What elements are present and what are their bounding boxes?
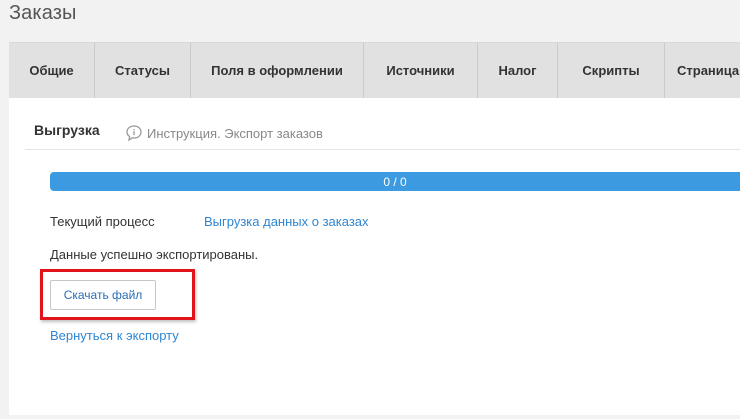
instruction-link[interactable]: Инструкция. Экспорт заказов [125,124,323,142]
tab-tax[interactable]: Налог [478,43,558,98]
tab-checkout-fields[interactable]: Поля в оформлении [191,43,364,98]
export-progress-bar: 0 / 0 [50,172,740,191]
tab-scripts[interactable]: Скрипты [558,43,665,98]
speech-bubble-info-icon [126,125,142,142]
tab-general[interactable]: Общие [9,43,95,98]
export-panel-header: Выгрузка Инструкция. Экспорт заказов [25,98,740,150]
progress-text: 0 / 0 [383,174,407,189]
settings-tabs: Общие Статусы Поля в оформлении Источник… [9,42,740,98]
back-to-export-link[interactable]: Вернуться к экспорту [50,328,179,343]
page-title: Заказы [9,2,77,24]
export-title: Выгрузка [34,122,100,138]
success-message: Данные успешно экспортированы. [50,247,259,262]
download-file-button[interactable]: Скачать файл [50,280,156,310]
tab-sources[interactable]: Источники [364,43,478,98]
export-panel: Выгрузка Инструкция. Экспорт заказов 0 /… [9,98,740,415]
current-process-label: Текущий процесс [50,214,155,229]
current-process-link[interactable]: Выгрузка данных о заказах [204,214,369,229]
instruction-link-label: Инструкция. Экспорт заказов [147,125,323,141]
tab-statuses[interactable]: Статусы [95,43,191,98]
tab-page[interactable]: Страница [665,43,740,98]
